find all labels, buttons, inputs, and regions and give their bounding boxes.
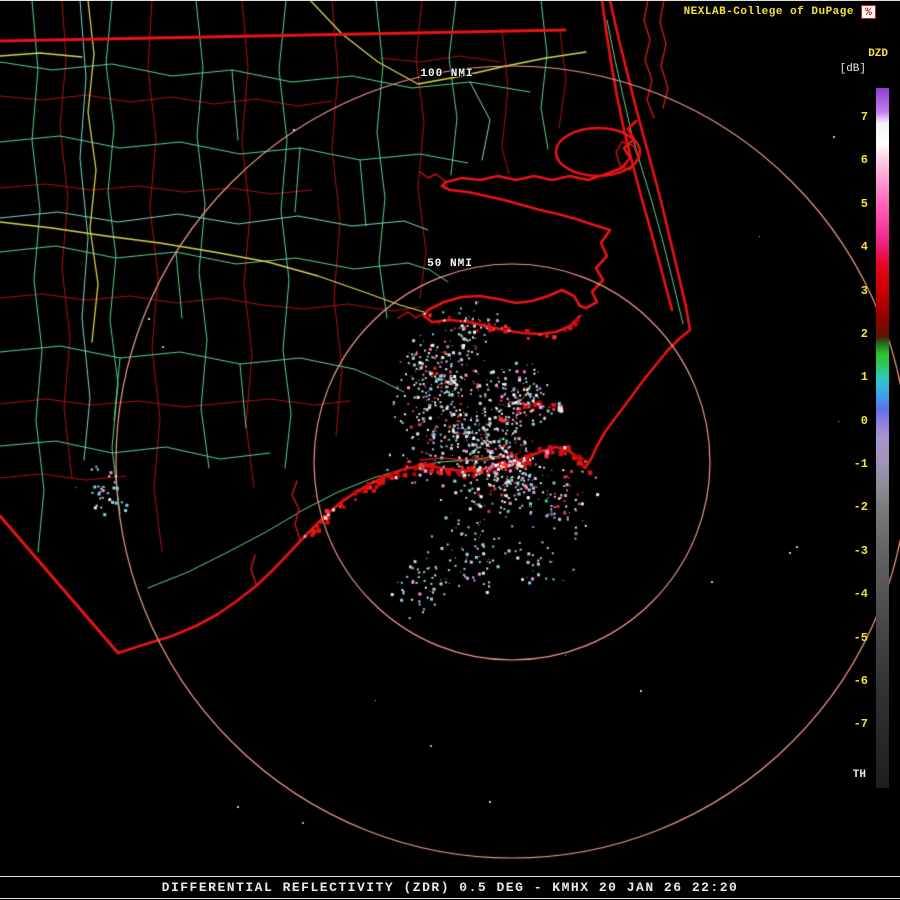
colorbar-gradient bbox=[876, 88, 889, 788]
colorbar-units-label: [dB] bbox=[840, 63, 866, 75]
colorbar-tick-label: 1 bbox=[861, 370, 868, 384]
radar-screen: { "header": { "brand": "NEXLAB-College o… bbox=[0, 0, 900, 900]
colorbar-tick-label: -7 bbox=[854, 717, 868, 731]
colorbar-threshold-label: TH bbox=[853, 769, 866, 781]
colorbar-tick-label: 0 bbox=[861, 414, 868, 428]
nexlab-logo-icon: % bbox=[861, 5, 876, 19]
colorbar-tick-label: -2 bbox=[854, 500, 868, 514]
radar-map-canvas bbox=[0, 0, 900, 900]
range-ring-label-50nmi: 50 NMI bbox=[427, 258, 473, 270]
colorbar-tick-label: -4 bbox=[854, 587, 868, 601]
product-title: DIFFERENTIAL REFLECTIVITY (ZDR) 0.5 DEG … bbox=[0, 880, 900, 895]
colorbar-tick-label: 3 bbox=[861, 284, 868, 298]
radar-display: NEXLAB-College of DuPage % DZD [dB] 7 6 5 4… bbox=[0, 0, 900, 900]
colorbar-product-label: DZD bbox=[868, 48, 888, 60]
bottom-border-line bbox=[0, 898, 900, 899]
colorbar-tick-label: 2 bbox=[861, 327, 868, 341]
range-ring-label-100nmi: 100 NMI bbox=[420, 68, 473, 80]
colorbar-tick-label: -3 bbox=[854, 544, 868, 558]
colorbar-tick-label: 7 bbox=[861, 110, 868, 124]
colorbar-tick-label: -6 bbox=[854, 674, 868, 688]
title-separator-line bbox=[0, 876, 900, 877]
colorbar-tick-label: 6 bbox=[861, 153, 868, 167]
top-border-line bbox=[0, 0, 900, 1]
colorbar-tick-label: -5 bbox=[854, 631, 868, 645]
colorbar-tick-label: 4 bbox=[861, 240, 868, 254]
colorbar-tick-label: -1 bbox=[854, 457, 868, 471]
colorbar-tick-label: 5 bbox=[861, 197, 868, 211]
brand-text: NEXLAB-College of DuPage bbox=[684, 6, 854, 18]
